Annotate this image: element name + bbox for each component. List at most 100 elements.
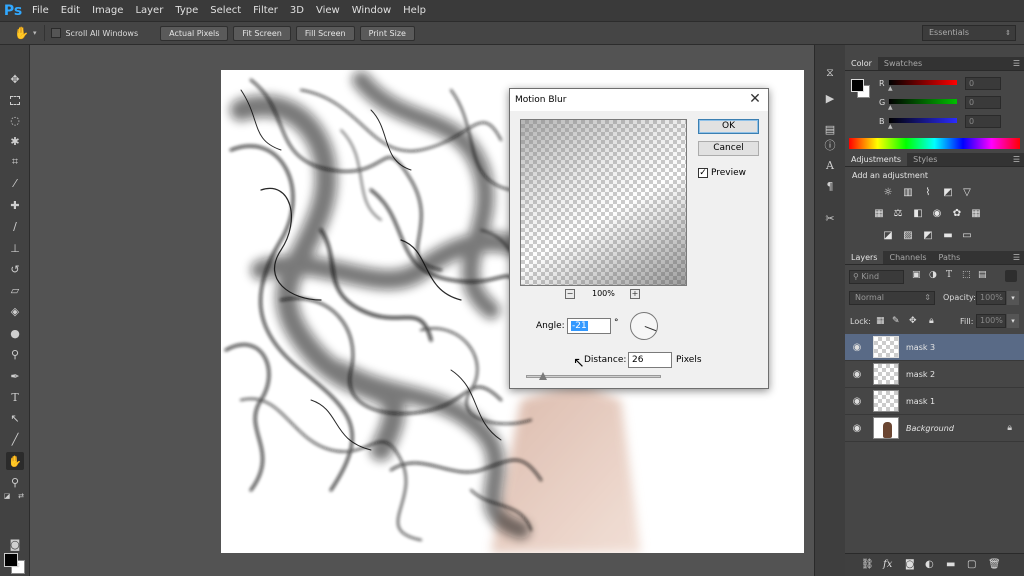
- preview-checkbox[interactable]: ✓: [698, 168, 708, 178]
- paragraph-icon[interactable]: ¶: [821, 178, 839, 194]
- color-lookup-icon[interactable]: ▦: [970, 207, 982, 219]
- zoom-in-button[interactable]: +: [630, 289, 640, 299]
- trash-icon[interactable]: 🗑︎: [988, 559, 1001, 570]
- menu-select[interactable]: Select: [204, 0, 247, 21]
- tab-channels[interactable]: Channels: [883, 251, 932, 264]
- levels-icon[interactable]: ▥: [902, 186, 914, 198]
- filter-pixel-icon[interactable]: ▣: [912, 270, 921, 280]
- paint-bucket-tool-icon[interactable]: ◈: [6, 302, 24, 320]
- selective-color-icon[interactable]: ▭: [961, 229, 973, 241]
- foreground-color-swatch[interactable]: [4, 553, 18, 567]
- panel-menu-icon[interactable]: ☰: [1013, 253, 1020, 262]
- line-tool-icon[interactable]: ╱: [6, 430, 24, 448]
- color-balance-icon[interactable]: ⚖: [892, 207, 904, 219]
- layer-row-mask-3[interactable]: ◉ mask 3: [845, 334, 1024, 361]
- black-white-icon[interactable]: ◧: [912, 207, 924, 219]
- type-tool-icon[interactable]: T: [6, 388, 24, 406]
- fit-screen-button[interactable]: Fit Screen: [233, 25, 291, 41]
- filter-shape-icon[interactable]: ⬚: [962, 270, 971, 280]
- color-panel-fg-swatch[interactable]: [851, 79, 864, 92]
- blue-slider-caret-icon[interactable]: ▲: [888, 123, 893, 130]
- tab-styles[interactable]: Styles: [907, 153, 943, 166]
- history-icon[interactable]: ⧖: [821, 65, 839, 81]
- lock-image-icon[interactable]: ✎: [892, 316, 900, 326]
- hand-tool-icon[interactable]: ✋: [6, 452, 24, 470]
- tool-presets-icon[interactable]: ✂: [821, 210, 839, 226]
- pen-tool-icon[interactable]: ✒: [6, 367, 24, 385]
- tab-color[interactable]: Color: [845, 57, 878, 70]
- brightness-contrast-icon[interactable]: ☼: [882, 186, 894, 198]
- menu-layer[interactable]: Layer: [129, 0, 169, 21]
- gradient-map-icon[interactable]: ▬: [942, 229, 954, 241]
- print-size-button[interactable]: Print Size: [359, 25, 415, 41]
- swap-colors-icon[interactable]: ⇄: [16, 491, 26, 501]
- lock-transparency-icon[interactable]: ▦: [876, 316, 885, 326]
- crop-tool-icon[interactable]: ⌗: [6, 153, 24, 171]
- lock-all-icon[interactable]: 🔒︎: [929, 316, 934, 326]
- red-value-field[interactable]: 0: [965, 77, 1001, 90]
- blur-tool-icon[interactable]: ●: [6, 324, 24, 342]
- actions-play-icon[interactable]: ▶: [821, 90, 839, 106]
- new-layer-icon[interactable]: ▢: [967, 559, 976, 570]
- green-slider-caret-icon[interactable]: ▲: [888, 104, 893, 111]
- eraser-tool-icon[interactable]: ▱: [6, 281, 24, 299]
- fill-chevron-icon[interactable]: ▾: [1007, 314, 1019, 328]
- filter-type-icon[interactable]: T: [946, 270, 952, 280]
- dodge-tool-icon[interactable]: ⚲: [6, 345, 24, 363]
- layer-filter-kind-select[interactable]: ⚲ Kind: [849, 270, 904, 284]
- photo-filter-icon[interactable]: ◉: [931, 207, 943, 219]
- visibility-eye-icon[interactable]: ◉: [845, 369, 869, 380]
- scroll-all-windows-checkbox[interactable]: [51, 28, 62, 38]
- menu-edit[interactable]: Edit: [55, 0, 86, 21]
- angle-field[interactable]: -21: [567, 318, 611, 334]
- layer-row-mask-1[interactable]: ◉ mask 1: [845, 388, 1024, 415]
- filter-toggle-icon[interactable]: [1005, 270, 1017, 282]
- menu-help[interactable]: Help: [397, 0, 432, 21]
- menu-window[interactable]: Window: [346, 0, 397, 21]
- tab-swatches[interactable]: Swatches: [878, 57, 928, 70]
- clone-stamp-tool-icon[interactable]: ⊥: [6, 239, 24, 257]
- layer-name[interactable]: Background: [906, 424, 954, 433]
- healing-brush-tool-icon[interactable]: ✚: [6, 196, 24, 214]
- exposure-icon[interactable]: ◩: [942, 186, 954, 198]
- opacity-field[interactable]: 100%: [976, 291, 1006, 305]
- blur-preview[interactable]: [520, 119, 687, 286]
- filter-smart-object-icon[interactable]: ▤: [978, 270, 987, 280]
- tab-adjustments[interactable]: Adjustments: [845, 153, 908, 166]
- menu-view[interactable]: View: [310, 0, 346, 21]
- vibrance-icon[interactable]: ▽: [961, 186, 973, 198]
- threshold-icon[interactable]: ◩: [922, 229, 934, 241]
- fx-icon[interactable]: fx: [883, 559, 892, 570]
- red-slider[interactable]: [889, 80, 957, 85]
- color-spectrum-bar[interactable]: [849, 138, 1020, 149]
- blend-mode-select[interactable]: Normal ⇕: [849, 291, 935, 305]
- red-slider-caret-icon[interactable]: ▲: [888, 85, 893, 92]
- marquee-tool-icon[interactable]: [6, 91, 24, 109]
- group-icon[interactable]: ▬: [946, 559, 955, 570]
- history-brush-tool-icon[interactable]: ↺: [6, 260, 24, 278]
- hue-saturation-icon[interactable]: ▦: [873, 207, 885, 219]
- blue-slider[interactable]: [889, 118, 957, 123]
- visibility-eye-icon[interactable]: ◉: [845, 342, 869, 353]
- character-icon[interactable]: A: [821, 157, 839, 173]
- eyedropper-tool-icon[interactable]: ⁄: [6, 174, 24, 192]
- properties-icon[interactable]: ▤: [821, 121, 839, 137]
- default-colors-icon[interactable]: ◪: [2, 491, 12, 501]
- menu-filter[interactable]: Filter: [247, 0, 284, 21]
- distance-field[interactable]: 26: [628, 352, 672, 368]
- lock-position-icon[interactable]: ✥: [909, 316, 917, 326]
- channel-mixer-icon[interactable]: ✿: [951, 207, 963, 219]
- cancel-button[interactable]: Cancel: [698, 141, 759, 156]
- fill-screen-button[interactable]: Fill Screen: [295, 25, 355, 41]
- curves-icon[interactable]: ⌇: [922, 186, 934, 198]
- zoom-tool-icon[interactable]: ⚲: [6, 473, 24, 491]
- blue-value-field[interactable]: 0: [965, 115, 1001, 128]
- workspace-select[interactable]: Essentials ⇕: [922, 25, 1016, 41]
- brush-tool-icon[interactable]: ∕: [6, 217, 24, 235]
- hand-icon[interactable]: ✋: [14, 26, 29, 40]
- info-icon[interactable]: ⓘ: [821, 137, 839, 153]
- actual-pixels-button[interactable]: Actual Pixels: [160, 25, 229, 41]
- layer-name[interactable]: mask 2: [906, 370, 935, 379]
- move-tool-icon[interactable]: ✥: [6, 70, 24, 88]
- path-selection-tool-icon[interactable]: ↖: [6, 409, 24, 427]
